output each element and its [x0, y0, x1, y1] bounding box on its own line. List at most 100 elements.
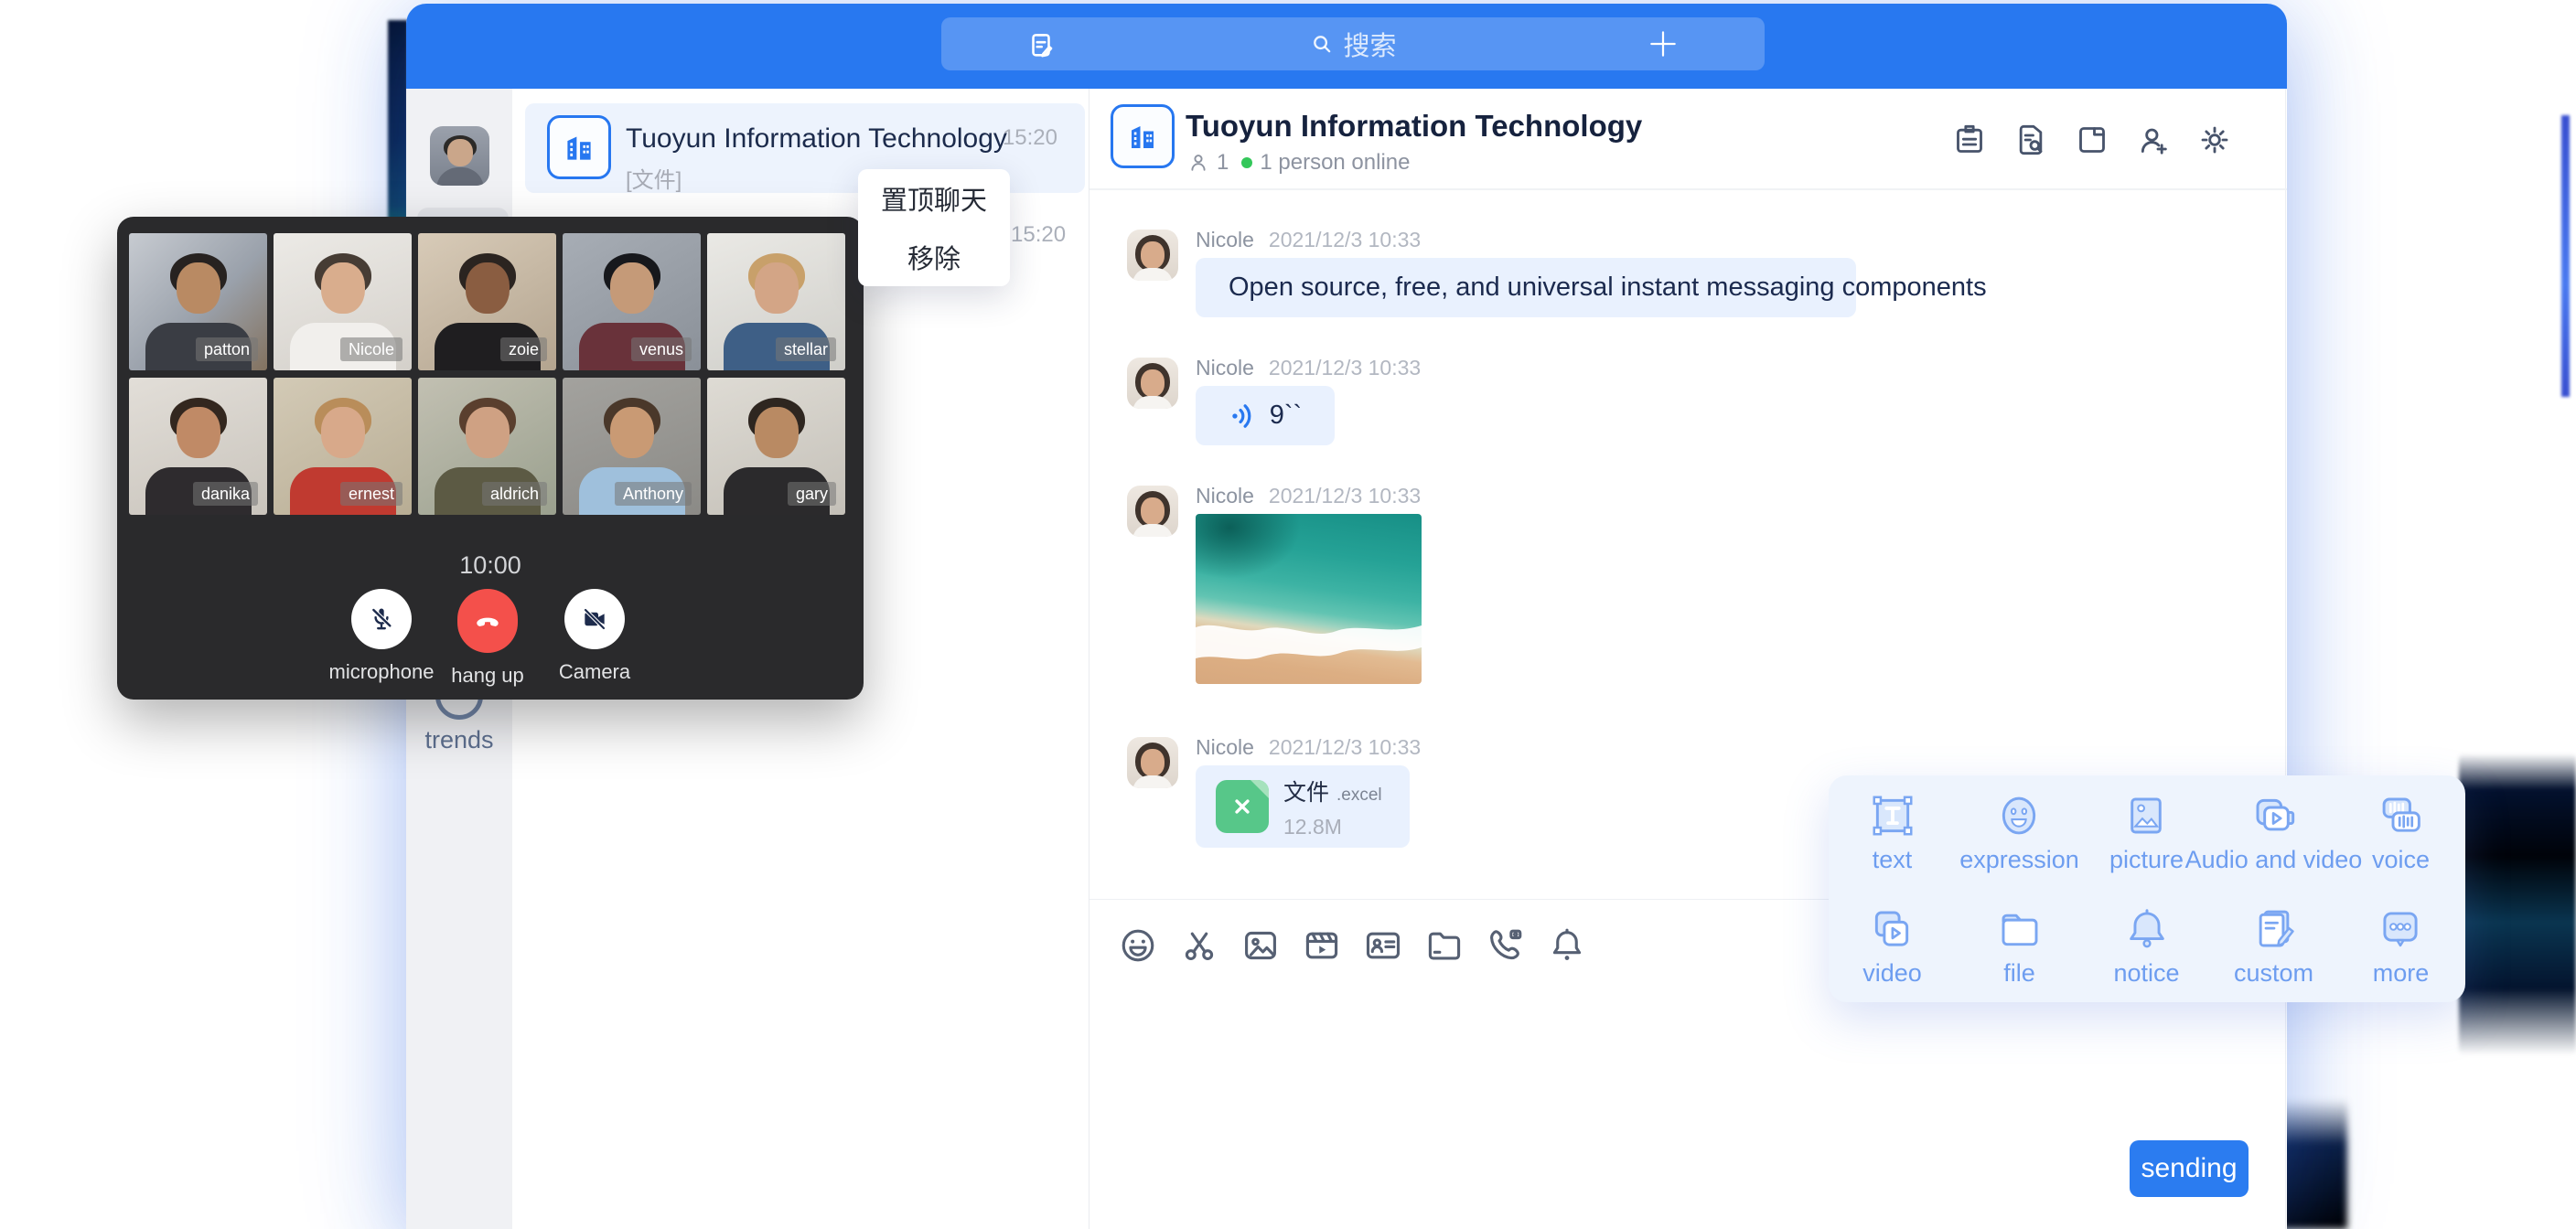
backdrop-bottom-right-band: [2280, 1099, 2347, 1229]
clipboard-edit-icon[interactable]: [1025, 29, 1057, 65]
participant-tile[interactable]: venus: [563, 233, 701, 370]
sender-name: Nicole: [1196, 484, 1254, 508]
text-message-bubble[interactable]: Open source, free, and universal instant…: [1196, 258, 1856, 317]
menu-item-remove[interactable]: 移除: [858, 228, 1010, 286]
chat-header-divider: [1089, 188, 2287, 190]
participant-tile[interactable]: aldrich: [418, 378, 556, 515]
panel-item-more[interactable]: more: [2373, 904, 2430, 988]
file-icon: [1995, 904, 2045, 954]
participant-tile[interactable]: patton: [129, 233, 267, 370]
message-text: Nicole2021/12/3 10:33 Open source, free,…: [1127, 227, 1856, 317]
online-status: 1 person online: [1260, 150, 1410, 176]
participant-name: zoie: [500, 337, 547, 361]
panel-item-picture[interactable]: picture: [2109, 791, 2184, 874]
trends-label: trends: [406, 726, 512, 754]
search-icon: [1309, 31, 1335, 57]
menu-item-pin-chat[interactable]: 置顶聊天: [858, 169, 1010, 228]
add-member-icon[interactable]: [2135, 122, 2172, 158]
participant-tile[interactable]: danika: [129, 378, 267, 515]
participant-name: patton: [196, 337, 258, 361]
message-meta: Nicole 2021/12/3 10:33: [1196, 483, 1422, 508]
sender-avatar[interactable]: [1127, 358, 1178, 409]
message-time: 2021/12/3 10:33: [1269, 484, 1421, 508]
video-call-panel: patton Nicole zoie venus stellar danika …: [117, 217, 864, 700]
screenshot-scissors-icon[interactable]: [1179, 925, 1219, 966]
sender-name: Nicole: [1196, 735, 1254, 759]
message-time: 2021/12/3 10:33: [1269, 735, 1421, 759]
contact-card-icon[interactable]: [1363, 925, 1403, 966]
group-file-icon[interactable]: [2074, 122, 2110, 158]
image-message-beach-photo[interactable]: [1196, 514, 1422, 684]
sender-name: Nicole: [1196, 356, 1254, 379]
composer-toolbar: [1118, 925, 1587, 966]
add-plus-icon[interactable]: [1646, 27, 1680, 66]
hang-up-phone-icon: [472, 605, 503, 636]
panel-item-notice[interactable]: notice: [2113, 904, 2179, 988]
hang-up-button[interactable]: hang up: [433, 589, 542, 688]
emoji-icon[interactable]: [1118, 925, 1158, 966]
camera-off-icon: [580, 604, 609, 634]
panel-item-video[interactable]: video: [1862, 904, 1922, 988]
microphone-button[interactable]: microphone: [327, 589, 436, 684]
participant-name: gary: [788, 482, 836, 506]
message-meta: Nicole2021/12/3 10:33: [1196, 227, 1856, 252]
participant-name: danika: [193, 482, 258, 506]
voice-icon: [2377, 791, 2426, 840]
participant-name: Nicole: [340, 337, 402, 361]
chat-item-time: 15:20: [1003, 125, 1057, 151]
panel-item-voice[interactable]: voice: [2372, 791, 2430, 874]
chat-title: Tuoyun Information Technology: [1186, 109, 1642, 144]
group-notice-icon[interactable]: [1951, 122, 1988, 158]
sender-avatar[interactable]: [1127, 486, 1178, 537]
chat-history-search-icon[interactable]: [2012, 122, 2049, 158]
participant-tile[interactable]: zoie: [418, 233, 556, 370]
participant-tile[interactable]: gary: [707, 378, 845, 515]
microphone-label: microphone: [329, 660, 435, 684]
search-placeholder: 搜索: [1343, 25, 1396, 63]
send-video-clapper-icon[interactable]: [1302, 925, 1342, 966]
participant-tile[interactable]: ernest: [274, 378, 412, 515]
participant-tile[interactable]: stellar: [707, 233, 845, 370]
chat-item-last-message: [文件]: [626, 162, 682, 194]
organization-building-icon: [547, 115, 611, 179]
settings-gear-icon[interactable]: [2196, 122, 2233, 158]
participant-name: venus: [631, 337, 692, 361]
camera-button[interactable]: Camera: [540, 589, 649, 684]
member-count: 1: [1217, 150, 1229, 176]
message-image: Nicole 2021/12/3 10:33: [1127, 483, 1422, 684]
participant-name: stellar: [776, 337, 836, 361]
voice-message-bubble[interactable]: 9``: [1196, 386, 1335, 445]
panel-item-audio-video[interactable]: Audio and video: [2185, 791, 2363, 874]
file-ext: .excel: [1336, 785, 1382, 805]
excel-file-icon: [1216, 780, 1269, 833]
top-bar: 搜索: [406, 4, 2287, 89]
panel-item-expression[interactable]: expression: [1959, 791, 2079, 874]
participant-tile[interactable]: Nicole: [274, 233, 412, 370]
beach-foam: [1196, 514, 1422, 684]
sender-avatar[interactable]: [1127, 230, 1178, 281]
send-file-folder-icon[interactable]: [1424, 925, 1465, 966]
file-message-bubble[interactable]: 文件.excel 12.8M: [1196, 765, 1410, 848]
window-right-border: [2285, 89, 2286, 1229]
chat-item2-time: 15:20: [1011, 222, 1066, 248]
panel-item-custom[interactable]: custom: [2234, 904, 2313, 988]
sender-avatar[interactable]: [1127, 737, 1178, 788]
send-button[interactable]: sending: [2130, 1140, 2249, 1197]
chat-item-title: Tuoyun Information Technology: [626, 123, 1007, 155]
sender-name: Nicole: [1196, 228, 1254, 251]
panel-item-file[interactable]: file: [1995, 904, 2045, 988]
mic-muted-icon: [367, 604, 396, 634]
participant-tile[interactable]: Anthony: [563, 378, 701, 515]
participant-grid: patton Nicole zoie venus stellar danika …: [129, 233, 845, 515]
search-field[interactable]: 搜索: [1309, 25, 1396, 63]
panel-item-text[interactable]: text: [1868, 791, 1917, 874]
video-icon: [1867, 904, 1916, 954]
backdrop-right-blue-line: [2561, 115, 2570, 397]
notification-bell-icon[interactable]: [1547, 925, 1587, 966]
message-meta: Nicole 2021/12/3 10:33: [1196, 734, 1421, 760]
search-bar[interactable]: 搜索: [941, 17, 1765, 70]
expression-icon: [1994, 791, 2044, 840]
send-image-icon[interactable]: [1240, 925, 1281, 966]
current-user-avatar[interactable]: [430, 126, 489, 186]
video-call-phone-icon[interactable]: [1486, 925, 1526, 966]
